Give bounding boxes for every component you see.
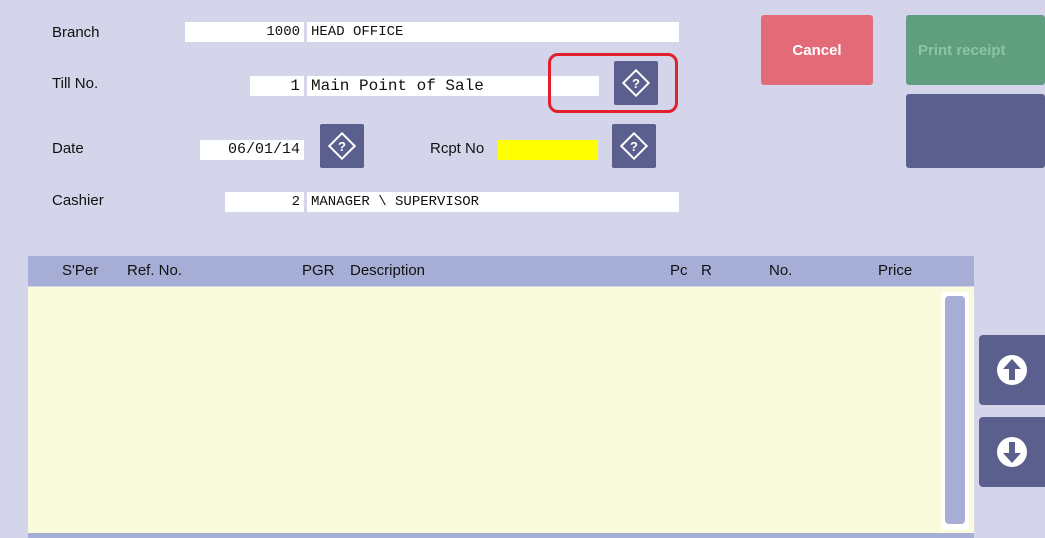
svg-text:?: ? [630,139,638,154]
arrow-up-icon [997,355,1027,385]
item-list[interactable] [28,287,974,538]
column-header-pc: Pc [670,262,688,279]
cancel-button[interactable]: Cancel [761,15,873,85]
branch-label: Branch [52,24,100,41]
svg-text:?: ? [338,139,346,154]
scroll-up-button[interactable] [979,335,1045,405]
column-header-no: No. [769,262,793,279]
column-header-pgr: PGR [302,262,335,279]
print-receipt-button[interactable]: Print receipt [906,15,1045,85]
cashier-name-field: MANAGER \ SUPERVISOR [307,192,679,212]
receipt-number-field[interactable] [498,140,598,160]
help-diamond-icon: ? [619,131,649,161]
till-label: Till No. [52,75,99,92]
secondary-action-button[interactable] [906,94,1045,168]
date-label: Date [52,140,84,157]
date-lookup-button[interactable]: ? [320,124,364,168]
cashier-code-field[interactable]: 2 [225,192,304,212]
date-field[interactable]: 06/01/14 [200,140,304,160]
table-footer [28,533,974,538]
scroll-down-button[interactable] [979,417,1045,487]
column-header-description: Description [350,262,426,279]
column-header-price: Price [878,262,913,279]
column-header-ref-no: Ref. No. [127,262,183,279]
cashier-label: Cashier [52,192,104,209]
help-diamond-icon: ? [327,131,357,161]
highlight-annotation [548,53,678,113]
till-code-field[interactable]: 1 [250,76,304,96]
column-header-sper: S'Per [62,262,99,279]
branch-code-field[interactable]: 1000 [185,22,304,42]
arrow-down-icon [997,437,1027,467]
column-header-r: R [701,262,712,279]
scrollbar-track[interactable] [941,292,969,530]
branch-name-field: HEAD OFFICE [307,22,679,42]
scrollbar-thumb[interactable] [945,296,965,524]
receipt-label: Rcpt No [430,140,485,157]
receipt-lookup-button[interactable]: ? [612,124,656,168]
